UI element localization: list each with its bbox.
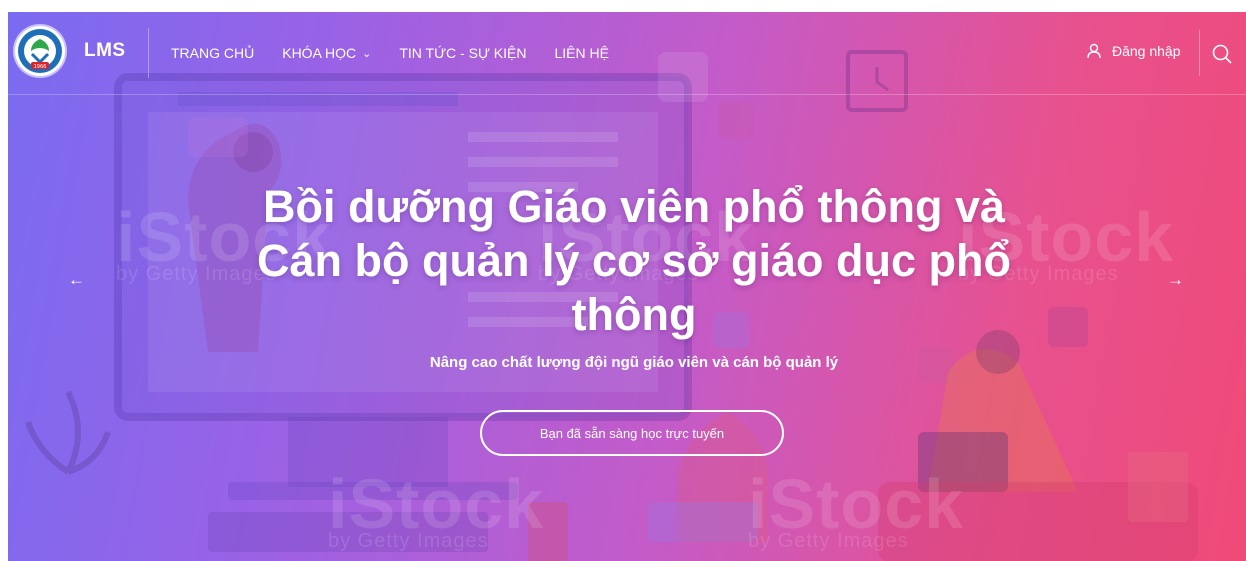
search-icon — [1212, 44, 1232, 64]
top-navbar: 1966 LMS TRANG CHỦ KHÓA HỌC ⌄ TIN TỨC - S… — [8, 12, 1246, 95]
nav-courses[interactable]: KHÓA HỌC ⌄ — [282, 45, 371, 61]
login-label: Đăng nhập — [1112, 43, 1181, 59]
nav-home[interactable]: TRANG CHỦ — [171, 45, 254, 61]
cta-label: Bạn đã sẵn sàng học trực tuyến — [539, 425, 725, 441]
watermark: iStock by Getty Images — [328, 465, 545, 552]
carousel-next-arrow-icon[interactable]: → — [1167, 270, 1184, 290]
svg-text:1966: 1966 — [34, 64, 47, 70]
watermark: iStock by Getty Images — [748, 465, 965, 552]
hero-subtitle: Nâng cao chất lượng đội ngũ giáo viên và… — [429, 354, 839, 371]
hero-title: Bồi dưỡng Giáo viên phổ thông và Cán bộ … — [256, 181, 1012, 340]
university-seal-icon[interactable]: 1966 — [15, 26, 65, 76]
search-button[interactable] — [1212, 44, 1232, 69]
nav-contact[interactable]: LIÊN HỆ — [554, 45, 608, 61]
nav-news-events[interactable]: TIN TỨC - SỰ KIỆN — [399, 45, 526, 61]
nav-divider — [1199, 30, 1200, 76]
brand-name[interactable]: LMS — [84, 40, 126, 62]
user-icon — [1087, 43, 1101, 59]
cta-button[interactable]: Bạn đã sẵn sàng học trực tuyến — [480, 410, 784, 456]
login-link[interactable]: Đăng nhập — [1086, 43, 1181, 59]
chevron-down-icon: ⌄ — [362, 48, 372, 60]
main-menu: TRANG CHỦ KHÓA HỌC ⌄ TIN TỨC - SỰ KIỆN LI… — [171, 45, 637, 61]
carousel-prev-arrow-icon[interactable]: ← — [68, 270, 85, 290]
nav-divider — [148, 28, 149, 78]
hero-banner: iStock by Getty Images iStock by Getty Ima… — [8, 12, 1246, 561]
